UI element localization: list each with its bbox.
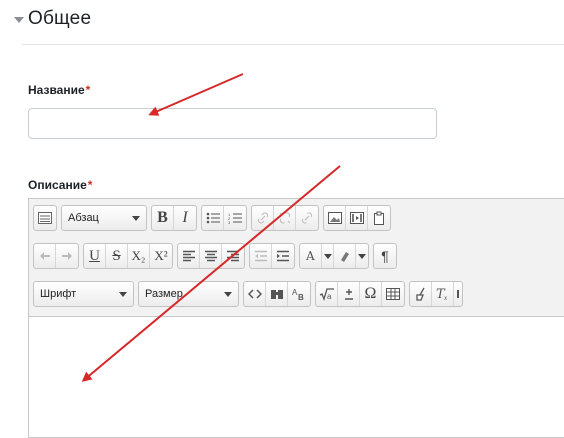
name-label-text: Название — [28, 83, 85, 97]
paragraph-select[interactable]: Абзац — [61, 205, 147, 231]
section-title: Общее — [28, 8, 92, 29]
align-group — [177, 243, 245, 269]
outdent-icon[interactable] — [250, 244, 272, 268]
text-color-dropdown[interactable] — [322, 244, 334, 268]
align-left-icon[interactable] — [178, 244, 200, 268]
svg-text:x: x — [443, 294, 448, 301]
font-select-value: Шрифт — [40, 288, 77, 300]
list-group: 123 — [201, 205, 247, 231]
editor-content-area[interactable] — [29, 318, 564, 437]
section-divider — [22, 44, 564, 45]
anchor-icon[interactable] — [296, 206, 318, 230]
unlink-icon[interactable] — [274, 206, 296, 230]
chevron-down-icon — [132, 215, 140, 221]
size-select-value: Размер — [145, 288, 183, 300]
history-group — [33, 243, 79, 269]
pilcrow-label: ¶ — [381, 248, 389, 264]
toolbar-row-2: U S X₂ X² A ¶ — [33, 241, 401, 271]
superscript-button[interactable]: X² — [150, 244, 172, 268]
text-color-icon[interactable]: A — [300, 244, 322, 268]
svg-text:B: B — [298, 293, 304, 301]
toolbar-row-1: Абзац B I 123 — [33, 203, 395, 233]
cleanup-group: Tx — [409, 281, 463, 307]
toolbar-row-3: Шрифт Размер AB a Ω T x — [33, 279, 467, 309]
align-center-icon[interactable] — [200, 244, 222, 268]
clean-html-icon[interactable] — [410, 282, 432, 306]
spellcheck-icon[interactable]: AB — [288, 282, 310, 306]
media-group — [323, 205, 391, 231]
svg-text:a: a — [327, 292, 332, 301]
collapse-chevron-icon[interactable] — [14, 17, 24, 23]
code-icon[interactable] — [244, 282, 266, 306]
special-chars-icon[interactable] — [338, 282, 360, 306]
svg-text:A: A — [305, 249, 315, 263]
subscript-button[interactable]: X₂ — [128, 244, 150, 268]
more-tools-icon[interactable] — [454, 282, 462, 306]
required-mark: * — [87, 178, 93, 192]
link-icon[interactable] — [252, 206, 274, 230]
editor-toolbar: Абзац B I 123 U S X₂ X² A ¶ Шрифт Размер… — [29, 199, 564, 317]
description-label: Описание* — [28, 178, 92, 192]
link-group — [251, 205, 319, 231]
ltr-button[interactable]: ¶ — [374, 244, 396, 268]
font-select[interactable]: Шрифт — [33, 281, 134, 307]
name-label: Название* — [28, 83, 90, 97]
equation-icon[interactable]: a — [316, 282, 338, 306]
redo-icon[interactable] — [56, 244, 78, 268]
paragraph-select-value: Абзац — [68, 212, 99, 224]
clear-formatting-icon[interactable]: Tx — [432, 282, 454, 306]
numbered-list-icon[interactable]: 123 — [224, 206, 246, 230]
find-replace-icon[interactable] — [266, 282, 288, 306]
indent-group — [249, 243, 295, 269]
strikethrough-button[interactable]: S — [106, 244, 128, 268]
text-style-group: U S X₂ X² — [83, 243, 173, 269]
description-label-text: Описание — [28, 178, 87, 192]
background-color-icon[interactable] — [334, 244, 356, 268]
chevron-down-icon — [323, 253, 332, 259]
background-color-dropdown[interactable] — [356, 244, 368, 268]
chevron-down-icon — [119, 291, 127, 297]
align-right-icon[interactable] — [222, 244, 244, 268]
size-select[interactable]: Размер — [138, 281, 239, 307]
color-group: A — [299, 243, 369, 269]
image-icon[interactable] — [324, 206, 346, 230]
bold-button[interactable]: B — [152, 206, 174, 230]
toolbar-toggle-icon[interactable] — [34, 206, 56, 230]
bullet-list-icon[interactable] — [202, 206, 224, 230]
table-icon[interactable] — [382, 282, 404, 306]
media-icon[interactable] — [346, 206, 368, 230]
required-mark: * — [85, 83, 91, 97]
indent-icon[interactable] — [272, 244, 294, 268]
math-group: a Ω — [315, 281, 405, 307]
chevron-down-icon — [224, 291, 232, 297]
undo-icon[interactable] — [34, 244, 56, 268]
toggle-toolbar-group — [33, 205, 57, 231]
section-header[interactable]: Общее — [14, 8, 91, 30]
omega-button[interactable]: Ω — [360, 282, 382, 306]
clipboard-icon[interactable] — [368, 206, 390, 230]
format-group: B I — [151, 205, 197, 231]
italic-button[interactable]: I — [174, 206, 196, 230]
insert-group: AB — [243, 281, 311, 307]
underline-button[interactable]: U — [84, 244, 106, 268]
paragraph-mark-group: ¶ — [373, 243, 397, 269]
description-editor[interactable]: Абзац B I 123 U S X₂ X² A ¶ Шрифт Размер… — [28, 198, 564, 438]
chevron-down-icon — [358, 253, 366, 259]
svg-text:3: 3 — [228, 220, 231, 224]
name-input[interactable] — [28, 108, 437, 139]
